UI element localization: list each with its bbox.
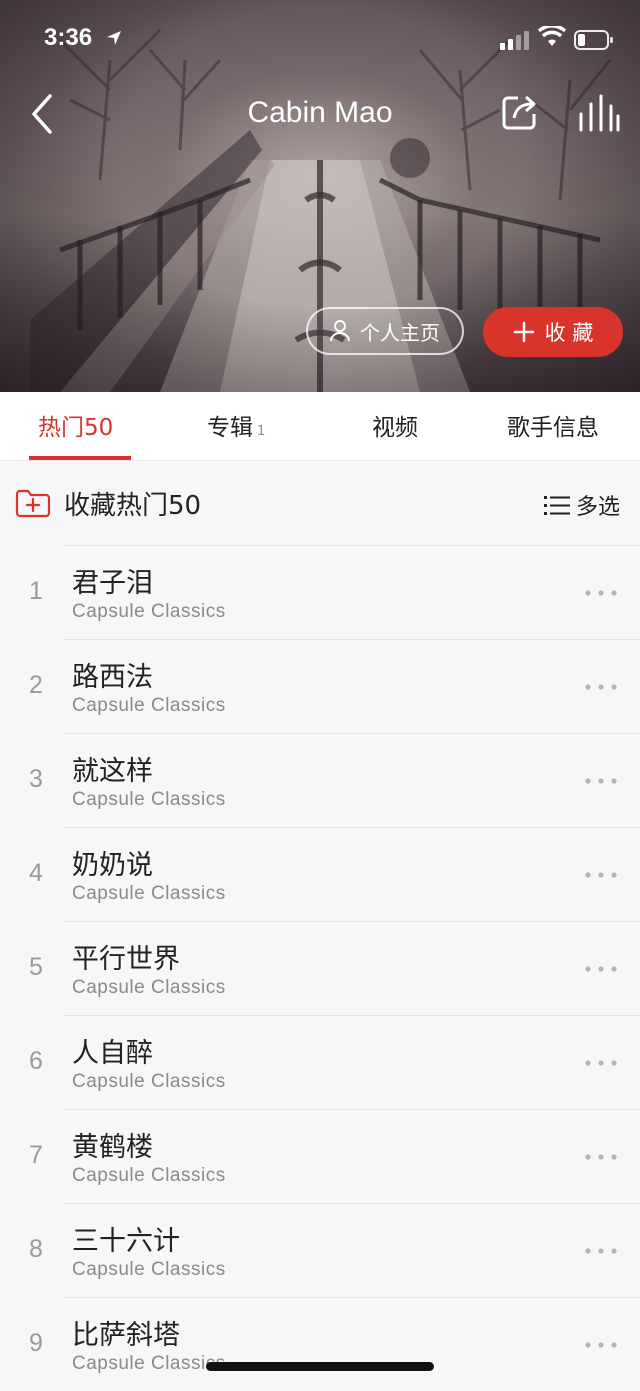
row-divider bbox=[64, 1203, 640, 1204]
more-options-icon[interactable] bbox=[584, 965, 618, 973]
multi-select-button[interactable]: 多选 bbox=[544, 489, 620, 521]
artist-name-title: Cabin Mao bbox=[247, 96, 393, 129]
song-artist: Capsule Classics bbox=[72, 1165, 226, 1186]
song-row[interactable]: 1 君子泪 Capsule Classics bbox=[0, 545, 640, 639]
song-row[interactable]: 2 路西法 Capsule Classics bbox=[0, 639, 640, 733]
personal-homepage-label: 个人主页 bbox=[360, 320, 440, 345]
row-divider bbox=[64, 1297, 640, 1298]
song-list: 1 君子泪 Capsule Classics 2 路西法 Capsule Classics… bbox=[0, 545, 640, 1391]
song-title: 就这样 bbox=[72, 756, 153, 787]
plus-icon bbox=[513, 321, 534, 343]
artist-tab-bar: 热门50 专辑 1 视频 歌手信息 bbox=[0, 392, 640, 461]
tab-label: 专辑 bbox=[207, 415, 253, 441]
status-time: 3:36 bbox=[44, 24, 93, 51]
song-title: 平行世界 bbox=[72, 944, 180, 975]
more-options-icon[interactable] bbox=[584, 777, 618, 785]
person-icon bbox=[330, 320, 350, 342]
song-row[interactable]: 6 人自醉 Capsule Classics bbox=[0, 1015, 640, 1109]
song-artist: Capsule Classics bbox=[72, 1071, 226, 1092]
song-artist: Capsule Classics bbox=[72, 601, 226, 622]
song-row[interactable]: 8 三十六计 Capsule Classics bbox=[0, 1203, 640, 1297]
row-divider bbox=[64, 545, 640, 546]
song-artist: Capsule Classics bbox=[72, 1259, 226, 1280]
song-index: 9 bbox=[29, 1329, 43, 1357]
more-options-icon[interactable] bbox=[584, 1341, 618, 1349]
row-divider bbox=[64, 1015, 640, 1016]
song-title: 奶奶说 bbox=[72, 850, 153, 881]
song-index: 3 bbox=[29, 765, 43, 793]
tab-hot-50[interactable]: 热门50 bbox=[38, 408, 113, 442]
artist-cover-image: 3:36 Cabin Mao 个人主页 收 藏 bbox=[0, 0, 640, 392]
album-count-badge: 1 bbox=[257, 424, 266, 439]
tab-videos[interactable]: 视频 bbox=[372, 408, 418, 442]
share-icon[interactable] bbox=[500, 92, 540, 132]
row-divider bbox=[64, 639, 640, 640]
song-row[interactable]: 7 黄鹤楼 Capsule Classics bbox=[0, 1109, 640, 1203]
location-arrow-icon bbox=[107, 31, 121, 45]
tab-label: 视频 bbox=[372, 415, 418, 441]
tab-albums[interactable]: 专辑 1 bbox=[207, 408, 265, 442]
song-index: 5 bbox=[29, 953, 43, 981]
song-title: 三十六计 bbox=[72, 1226, 180, 1257]
song-index: 2 bbox=[29, 671, 43, 699]
song-index: 4 bbox=[29, 859, 43, 887]
tab-label: 歌手信息 bbox=[507, 415, 599, 441]
tab-label: 热门50 bbox=[38, 415, 114, 441]
more-options-icon[interactable] bbox=[584, 871, 618, 879]
row-divider bbox=[64, 733, 640, 734]
song-title: 君子泪 bbox=[72, 568, 153, 599]
song-index: 6 bbox=[29, 1047, 43, 1075]
multi-select-label: 多选 bbox=[576, 495, 621, 520]
song-row[interactable]: 9 比萨斜塔 Capsule Classics bbox=[0, 1297, 640, 1391]
battery-icon bbox=[574, 30, 613, 50]
song-title: 人自醉 bbox=[72, 1038, 153, 1069]
row-divider bbox=[64, 921, 640, 922]
song-row[interactable]: 3 就这样 Capsule Classics bbox=[0, 733, 640, 827]
song-artist: Capsule Classics bbox=[72, 883, 226, 904]
list-icon bbox=[544, 496, 570, 515]
song-index: 1 bbox=[29, 577, 43, 605]
song-artist: Capsule Classics bbox=[72, 1353, 226, 1374]
row-divider bbox=[64, 1109, 640, 1110]
more-options-icon[interactable] bbox=[584, 589, 618, 597]
wifi-icon bbox=[538, 26, 566, 46]
tab-artist-info[interactable]: 歌手信息 bbox=[507, 408, 599, 442]
song-title: 黄鹤楼 bbox=[72, 1132, 153, 1163]
song-index: 8 bbox=[29, 1235, 43, 1263]
more-options-icon[interactable] bbox=[584, 1059, 618, 1067]
song-artist: Capsule Classics bbox=[72, 695, 226, 716]
row-divider bbox=[64, 827, 640, 828]
collect-hot-50-row[interactable]: 收藏热门50 多选 bbox=[0, 461, 640, 545]
active-tab-indicator bbox=[29, 456, 131, 460]
more-options-icon[interactable] bbox=[584, 1153, 618, 1161]
collect-label: 收 藏 bbox=[544, 321, 594, 345]
song-artist: Capsule Classics bbox=[72, 977, 226, 998]
personal-homepage-button[interactable]: 个人主页 bbox=[306, 307, 464, 355]
song-title: 路西法 bbox=[72, 662, 153, 693]
song-row[interactable]: 4 奶奶说 Capsule Classics bbox=[0, 827, 640, 921]
more-options-icon[interactable] bbox=[584, 683, 618, 691]
equalizer-bars-icon[interactable] bbox=[578, 94, 620, 132]
more-options-icon[interactable] bbox=[584, 1247, 618, 1255]
song-title: 比萨斜塔 bbox=[72, 1320, 180, 1351]
song-row[interactable]: 5 平行世界 Capsule Classics bbox=[0, 921, 640, 1015]
cellular-signal-icon bbox=[500, 31, 529, 50]
collect-artist-button[interactable]: 收 藏 bbox=[483, 307, 623, 357]
song-index: 7 bbox=[29, 1141, 43, 1169]
collect-hot-50-label: 收藏热门50 bbox=[64, 491, 202, 521]
add-folder-icon bbox=[15, 489, 51, 518]
home-indicator[interactable] bbox=[206, 1362, 434, 1371]
song-artist: Capsule Classics bbox=[72, 789, 226, 810]
status-bar: 3:36 bbox=[0, 0, 640, 80]
